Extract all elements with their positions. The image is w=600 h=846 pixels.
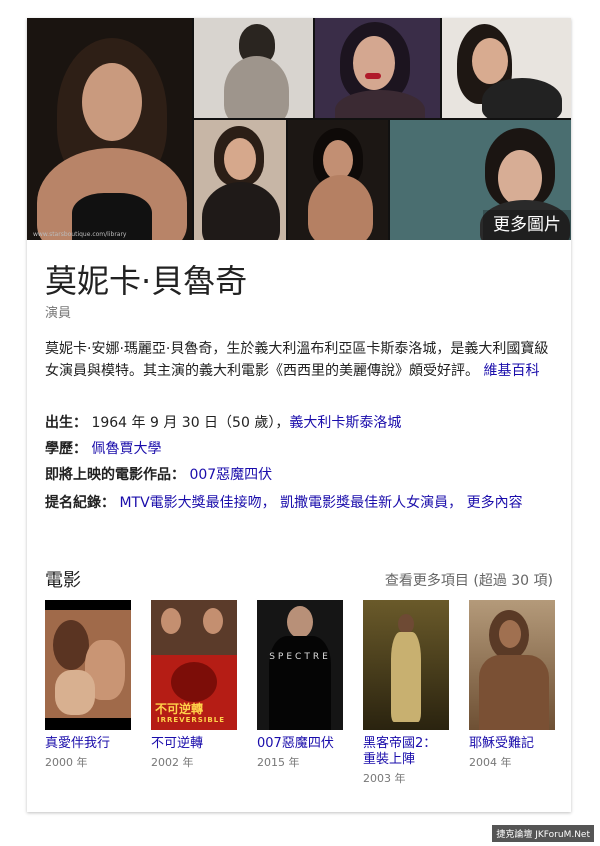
film-card[interactable]: 真愛伴我行 2000 年 [45,600,131,770]
poster-text-cn: 不可逆轉 [155,702,204,716]
film-title[interactable]: 不可逆轉 [151,736,237,752]
fact-education: 學歷： 佩魯賈大學 [45,438,555,460]
film-poster[interactable] [45,600,131,730]
fact-label: 出生： [45,415,87,431]
see-more-films-link[interactable]: 查看更多項目 (超過 30 項) [385,570,553,590]
fact-label: 提名紀錄： [45,495,115,511]
knowledge-panel: www.starsboutique.com/library 更多圖片 莫妮卡·貝… [27,18,571,812]
photo-4[interactable] [442,18,571,118]
fact-nominations: 提名紀錄： MTV電影大獎最佳接吻， 凱撒電影獎最佳新人女演員， 更多內容 [45,492,555,514]
film-poster[interactable] [469,600,555,730]
photo-credit: www.starsboutique.com/library [33,231,127,238]
description-text: 莫妮卡·安娜·瑪麗亞·貝魯奇，生於義大利溫布利亞區卡斯泰洛城，是義大利國寶級女演… [45,341,549,379]
fact-born: 出生： 1964 年 9 月 30 日（50 歲），義大利卡斯泰洛城 [45,412,555,434]
fact-upcoming-films: 即將上映的電影作品： 007惡魔四伏 [45,464,555,486]
wikipedia-link[interactable]: 維基百科 [483,363,539,379]
films-section-title: 電影 [45,570,81,591]
photo-7[interactable]: 更多圖片 [390,120,571,240]
nomination-link-1[interactable]: MTV電影大獎最佳接吻， [119,495,275,511]
nominations-more-link[interactable]: 更多內容 [467,495,523,511]
poster-text-spectre: SPECTRE [269,652,331,662]
poster-text-en: IRREVERSIBLE [157,716,225,724]
photo-2[interactable] [194,18,313,118]
film-card[interactable]: 不可逆轉 IRREVERSIBLE 不可逆轉 2002 年 [151,600,237,770]
more-images-button[interactable]: 更多圖片 [483,210,571,240]
film-year: 2000 年 [45,756,88,769]
film-card[interactable]: 耶穌受難記 2004 年 [469,600,555,770]
film-title[interactable]: 007惡魔四伏 [257,736,343,752]
fact-label: 即將上映的電影作品： [45,467,185,483]
film-title[interactable]: 真愛伴我行 [45,736,131,752]
film-poster[interactable]: 不可逆轉 IRREVERSIBLE [151,600,237,730]
born-place-link[interactable]: 義大利卡斯泰洛城 [289,415,401,431]
fact-value: 1964 年 9 月 30 日（50 歲）， [91,415,290,431]
film-year: 2002 年 [151,756,194,769]
nomination-link-2[interactable]: 凱撒電影獎最佳新人女演員， [280,495,462,511]
film-title[interactable]: 耶穌受難記 [469,736,555,752]
entity-description: 莫妮卡·安娜·瑪麗亞·貝魯奇，生於義大利溫布利亞區卡斯泰洛城，是義大利國寶級女演… [45,338,553,382]
photo-6[interactable] [288,120,388,240]
film-year: 2004 年 [469,756,512,769]
film-poster[interactable] [363,600,449,730]
fact-label: 學歷： [45,441,87,457]
film-year: 2003 年 [363,772,406,785]
film-title[interactable]: 黑客帝國2：重裝上陣 [363,736,449,768]
upcoming-film-link[interactable]: 007惡魔四伏 [189,467,272,483]
site-watermark: 捷克論壇 JKForuM.Net [492,825,594,842]
photo-3[interactable] [315,18,440,118]
film-poster[interactable]: SPECTRE [257,600,343,730]
entity-subtitle: 演員 [45,306,72,321]
education-link[interactable]: 佩魯賈大學 [91,441,161,457]
film-card[interactable]: SPECTRE 007惡魔四伏 2015 年 [257,600,343,770]
film-card[interactable]: 黑客帝國2：重裝上陣 2003 年 [363,600,449,786]
image-gallery[interactable]: www.starsboutique.com/library 更多圖片 [27,18,571,240]
film-year: 2015 年 [257,756,300,769]
photo-main[interactable]: www.starsboutique.com/library [27,18,192,240]
photo-5[interactable] [194,120,286,240]
entity-name: 莫妮卡·貝魯奇 [45,262,248,300]
